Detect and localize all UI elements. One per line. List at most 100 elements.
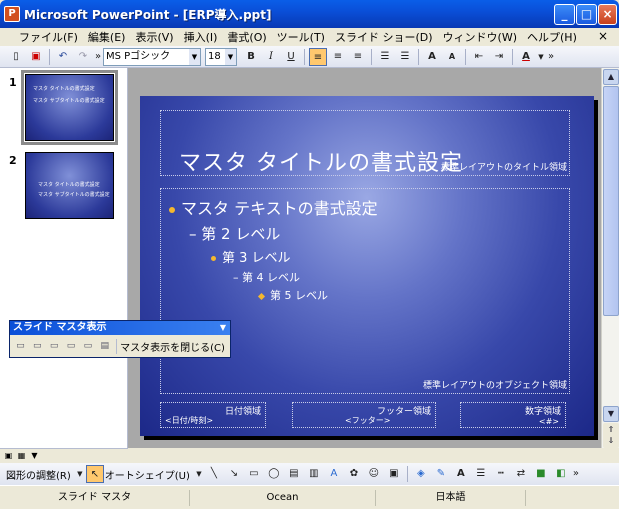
chevron-down-icon[interactable]: ▼ [220, 321, 226, 335]
slide-thumbnail-2[interactable]: マスタ タイトルの書式設定 マスタ サブタイトルの書式設定 [25, 152, 114, 219]
align-right-icon[interactable]: ≡ [349, 48, 367, 66]
next-slide-icon[interactable]: ⇓ [603, 435, 619, 448]
minimize-button[interactable]: _ [554, 4, 575, 25]
thumbnail-title: マスタ タイトルの書式設定 [33, 86, 95, 92]
body-placeholder[interactable]: マスタ テキストの書式設定 – 第 2 レベル 第 3 レベル – 第 4 レベ… [160, 188, 570, 394]
font-name-select[interactable]: MS Pゴシック ▼ [103, 47, 201, 66]
number-placeholder[interactable]: 数字領域 <#> [460, 402, 566, 428]
insert-title-master-icon[interactable]: ▭ [29, 338, 46, 354]
grow-font-button[interactable]: A [423, 48, 441, 66]
menu-help[interactable]: ヘルプ(H) [522, 29, 582, 45]
underline-button[interactable]: U [282, 48, 300, 66]
align-center-icon[interactable]: ≡ [329, 48, 347, 66]
body-level-2: – 第 2 レベル [189, 223, 280, 244]
diagram-icon[interactable]: ✿ [345, 465, 363, 483]
insert-master-icon[interactable]: ▭ [12, 338, 29, 354]
redo-icon[interactable]: ↷ [74, 48, 92, 66]
oval-icon[interactable]: ◯ [265, 465, 283, 483]
chevron-down-icon[interactable]: ▼ [225, 48, 236, 65]
select-objects-icon[interactable]: ↖ [85, 465, 104, 483]
footer-placeholder[interactable]: フッター領域 <フッター> [292, 402, 436, 428]
numbering-icon[interactable]: ☰ [376, 48, 394, 66]
toolbar-options-icon[interactable]: » [94, 48, 102, 66]
menu-slideshow[interactable]: スライド ショー(D) [330, 29, 438, 45]
dash-bullet: – [189, 225, 197, 243]
italic-button[interactable]: I [262, 48, 280, 66]
decrease-indent-icon[interactable]: ⇤ [470, 48, 488, 66]
slide-sorter-icon[interactable]: ▦ [16, 450, 27, 461]
menu-window[interactable]: ウィンドウ(W) [438, 29, 522, 45]
rename-master-icon[interactable]: ▭ [79, 338, 96, 354]
title-placeholder[interactable]: マスタ タイトルの書式設定 標準レイアウトのタイトル領域 [160, 110, 570, 176]
undo-icon[interactable]: ↶ [54, 48, 72, 66]
new-document-icon[interactable]: ▯ [7, 48, 25, 66]
line-color-icon[interactable]: ✎ [432, 465, 450, 483]
font-color-button[interactable]: A [517, 48, 535, 66]
rectangle-icon[interactable]: ▭ [245, 465, 263, 483]
bold-button[interactable]: B [242, 48, 260, 66]
document-close-icon[interactable]: × [593, 29, 613, 43]
status-language: 日本語 [376, 489, 526, 506]
dash-style-icon[interactable]: ┅ [492, 465, 510, 483]
menu-view[interactable]: 表示(V) [130, 29, 178, 45]
body-level-4: – 第 4 レベル [233, 269, 300, 285]
autoshapes-menu-button[interactable]: オートシェイプ(U) [105, 467, 190, 482]
scroll-down-icon[interactable]: ▼ [603, 406, 619, 422]
slide-master-toolbar[interactable]: スライド マスタ表示 ▼ ▭ ▭ ▭ ▭ ▭ ▤ マスタ表示を閉じる(C) [9, 320, 231, 358]
scroll-up-icon[interactable]: ▲ [603, 69, 619, 85]
master-layout-icon[interactable]: ▤ [96, 338, 113, 354]
maximize-button[interactable]: □ [576, 4, 597, 25]
slideshow-view-icon[interactable]: ▼ [29, 450, 40, 461]
clipart-icon[interactable]: ☺ [365, 465, 383, 483]
slide-master[interactable]: マスタ タイトルの書式設定 標準レイアウトのタイトル領域 マスタ テキストの書式… [140, 96, 594, 436]
font-color-icon[interactable]: A [452, 465, 470, 483]
chevron-down-icon[interactable]: ▼ [195, 465, 203, 483]
number-value: <#> [538, 417, 559, 426]
bullets-icon[interactable]: ☰ [396, 48, 414, 66]
shadow-icon[interactable]: ■ [532, 465, 550, 483]
vertical-scrollbar[interactable]: ▲ ▼ ⇑ ⇓ [601, 68, 619, 448]
normal-view-icon[interactable]: ▣ [3, 450, 14, 461]
menu-insert[interactable]: 挿入(I) [179, 29, 223, 45]
textbox-icon[interactable]: ▤ [285, 465, 303, 483]
footer-value: <フッター> [345, 416, 391, 425]
3d-icon[interactable]: ◧ [552, 465, 570, 483]
shrink-font-button[interactable]: A [443, 48, 461, 66]
chevron-down-icon[interactable]: ▼ [537, 48, 545, 66]
toolbar-titlebar[interactable]: スライド マスタ表示 ▼ [10, 321, 230, 335]
close-master-view-button[interactable]: マスタ表示を閉じる(C) [116, 338, 228, 354]
menu-edit[interactable]: 編集(E) [83, 29, 131, 45]
vertical-textbox-icon[interactable]: ▥ [305, 465, 323, 483]
powerpoint-icon[interactable]: P [4, 6, 20, 22]
toolbar-options-icon[interactable]: » [572, 465, 580, 483]
line-style-icon[interactable]: ☰ [472, 465, 490, 483]
picture-icon[interactable]: ▣ [385, 465, 403, 483]
preserve-master-icon[interactable]: ▭ [63, 338, 80, 354]
close-button[interactable]: × [598, 4, 617, 25]
increase-indent-icon[interactable]: ⇥ [490, 48, 508, 66]
chevron-down-icon[interactable]: ▼ [76, 465, 84, 483]
arrow-style-icon[interactable]: ⇄ [512, 465, 530, 483]
menu-tools[interactable]: ツール(T) [272, 29, 330, 45]
fill-color-icon[interactable]: ◈ [412, 465, 430, 483]
object-area-label: 標準レイアウトのオブジェクト領域 [422, 381, 567, 391]
wordart-icon[interactable]: A [325, 465, 343, 483]
delete-master-icon[interactable]: ▭ [46, 338, 63, 354]
align-left-icon[interactable]: ≡ [309, 47, 327, 66]
draw-menu-button[interactable]: 図形の調整(R) [6, 467, 71, 482]
date-placeholder[interactable]: 日付領域 <日付/時刻> [160, 402, 266, 428]
toolbar-options-icon[interactable]: » [547, 48, 555, 66]
arrow-icon[interactable]: ↘ [225, 465, 243, 483]
font-size-select[interactable]: 18 ▼ [205, 47, 237, 66]
menu-file[interactable]: ファイル(F) [14, 29, 83, 45]
open-pdf-icon[interactable]: ▣ [27, 48, 45, 66]
chevron-down-icon[interactable]: ▼ [189, 48, 200, 65]
slide-thumbnail-1[interactable]: マスタ タイトルの書式設定 マスタ サブタイトルの書式設定 [21, 70, 118, 145]
menu-format[interactable]: 書式(O) [222, 29, 271, 45]
thumbnail-subtitle: マスタ サブタイトルの書式設定 [33, 98, 105, 104]
level-text: 第 5 レベル [270, 289, 328, 302]
level-text: 第 2 レベル [201, 225, 281, 243]
status-design: Ocean [190, 489, 376, 506]
line-icon[interactable]: ╲ [205, 465, 223, 483]
scroll-thumb[interactable] [603, 86, 619, 316]
